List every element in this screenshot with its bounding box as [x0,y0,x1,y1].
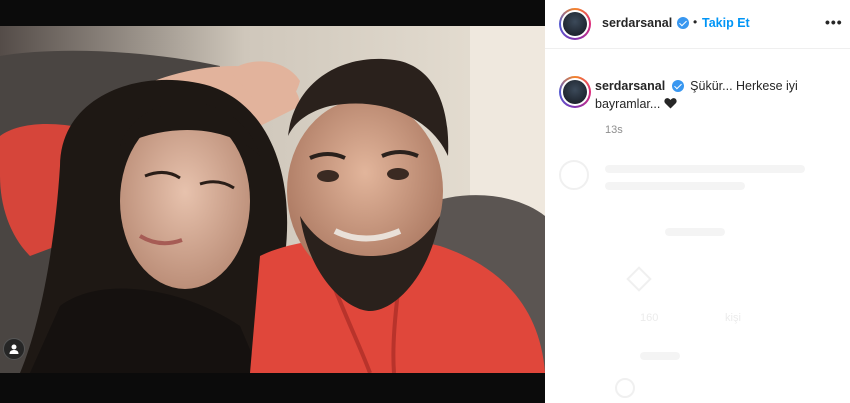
black-heart-icon [664,96,677,114]
avatar[interactable] [559,8,591,40]
post-media-pane [0,0,545,403]
faded-like-count: 160 [640,312,659,324]
verified-badge-icon [671,80,684,92]
faded-reply-line [665,228,725,236]
post-caption: serdarsanal Şükür... Herkese iyi bayraml… [595,77,835,114]
user-tag-icon [9,344,19,354]
faded-comment-line [605,165,805,173]
separator-dot: • [693,15,698,29]
verified-badge-icon [677,17,689,29]
post-photo[interactable] [0,26,545,373]
faded-comment-avatar [559,160,589,190]
faded-emoji-icon [615,378,635,398]
faded-share-icon [626,266,652,292]
post-side-panel: serdarsanal • Takip Et ••• serdarsanal Ş… [545,0,850,403]
faded-comment-line [605,182,745,190]
more-options-icon[interactable]: ••• [825,14,843,30]
header-username[interactable]: serdarsanal [602,16,672,30]
user-tag-button[interactable] [3,338,25,360]
selfie-illustration [0,26,545,373]
faded-meta-line [640,352,680,360]
caption-username[interactable]: serdarsanal [595,79,665,93]
post-timestamp: 13s [605,124,623,136]
faded-like-suffix: kişi [725,312,741,324]
follow-button[interactable]: Takip Et [702,16,750,30]
caption-avatar[interactable] [559,76,591,108]
post-header: serdarsanal • Takip Et ••• [545,0,850,49]
